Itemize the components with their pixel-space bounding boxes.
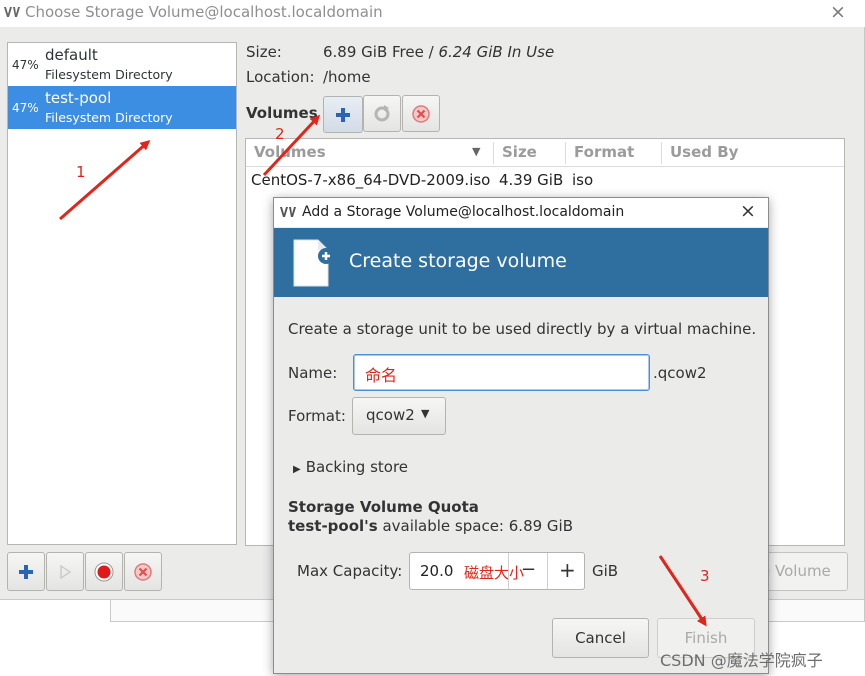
storage-pool-list: 47% default Filesystem Directory 47% tes…: [7, 42, 237, 545]
dialog-title: Add a Storage Volume@localhost.localdoma…: [302, 204, 625, 220]
pool-usage-percent: 47%: [12, 101, 39, 115]
dialog-description: Create a storage unit to be used directl…: [288, 320, 757, 338]
watermark: CSDN @魔法学院疯子: [660, 651, 823, 670]
new-document-icon: [293, 239, 334, 287]
quota-pool-name: test-pool's: [288, 517, 378, 535]
max-capacity-label: Max Capacity:: [297, 562, 403, 580]
pool-type: Filesystem Directory: [45, 110, 173, 125]
plus-icon: [19, 564, 33, 579]
refresh-icon: [374, 104, 390, 121]
expander-arrow-icon: ▶: [293, 464, 301, 475]
sort-down-icon: ▼: [472, 145, 481, 158]
main-titlebar: Choose Storage Volume@localhost.localdom…: [0, 0, 865, 27]
volume-name-input[interactable]: 命名: [353, 354, 650, 391]
column-divider: [493, 142, 494, 164]
name-suffix: .qcow2: [653, 364, 707, 382]
delete-icon: [412, 104, 430, 123]
pool-name: test-pool: [45, 89, 112, 107]
format-label: Format:: [288, 407, 346, 425]
quota-space-text: available space: 6.89 GiB: [377, 517, 574, 535]
max-capacity-spinbutton[interactable]: 20.0 磁盘大小 − +: [409, 552, 585, 590]
pool-item-test-pool[interactable]: 47% test-pool Filesystem Directory: [8, 86, 236, 129]
refresh-volumes-button[interactable]: [363, 95, 401, 132]
start-pool-button[interactable]: [46, 552, 84, 591]
dialog-titlebar: Add a Storage Volume@localhost.localdoma…: [274, 198, 768, 227]
name-label: Name:: [288, 364, 338, 382]
size-separator: /: [423, 43, 439, 61]
increment-button[interactable]: +: [559, 558, 576, 582]
col-volumes[interactable]: Volumes: [254, 143, 326, 161]
capacity-value[interactable]: 20.0: [420, 562, 453, 580]
delete-volume-button[interactable]: [402, 95, 440, 132]
add-storage-volume-dialog: Add a Storage Volume@localhost.localdoma…: [273, 197, 769, 674]
play-icon: [60, 564, 72, 579]
volume-name-cell[interactable]: CentOS-7-x86_64-DVD-2009.iso: [251, 171, 490, 189]
stop-pool-button[interactable]: [85, 552, 123, 591]
virt-manager-icon: [4, 7, 20, 17]
location-label: Location:: [246, 68, 315, 86]
dropdown-arrow-icon: ▼: [421, 407, 430, 420]
column-divider: [565, 142, 566, 164]
volume-format-cell[interactable]: iso: [572, 171, 593, 189]
delete-pool-button[interactable]: [124, 552, 162, 591]
add-volume-button[interactable]: [323, 96, 363, 133]
virt-manager-icon: [280, 207, 296, 217]
col-format[interactable]: Format: [574, 143, 634, 161]
volumes-label: Volumes: [246, 104, 318, 122]
plus-icon: [336, 107, 350, 122]
column-divider: [661, 142, 662, 164]
format-value: qcow2: [366, 406, 415, 424]
capacity-annotation: 磁盘大小: [464, 564, 525, 582]
annotation-step2: 2: [275, 125, 285, 143]
size-in-use: 6.24 GiB In Use: [438, 43, 555, 61]
annotation-step1: 1: [76, 163, 86, 181]
pool-usage-percent: 47%: [12, 58, 39, 72]
spin-divider: [547, 553, 548, 589]
size-value: 6.89 GiB Free / 6.24 GiB In Use: [323, 43, 554, 61]
backing-store-expander[interactable]: ▶ Backing store: [293, 458, 408, 476]
main-window-title: Choose Storage Volume@localhost.localdom…: [25, 3, 383, 21]
size-label: Size:: [246, 43, 282, 61]
location-value: /home: [323, 68, 371, 86]
annotation-step3: 3: [700, 567, 710, 585]
size-free: 6.89 GiB Free: [323, 43, 424, 61]
dialog-header-banner: Create storage volume: [274, 228, 768, 297]
main-close-icon[interactable]: ×: [830, 1, 846, 23]
backing-store-label: Backing store: [305, 458, 409, 476]
pool-item-default[interactable]: 47% default Filesystem Directory: [8, 43, 236, 86]
volumes-table-header: Volumes ▼ Size Format Used By: [246, 139, 844, 167]
volume-size-cell[interactable]: 4.39 GiB: [499, 171, 563, 189]
col-size[interactable]: Size: [502, 143, 537, 161]
quota-available-space: test-pool's available space: 6.89 GiB: [288, 517, 573, 535]
pool-type: Filesystem Directory: [45, 67, 173, 82]
pool-name: default: [45, 46, 98, 64]
spin-divider: [508, 553, 509, 589]
col-used-by[interactable]: Used By: [670, 143, 738, 161]
cancel-button[interactable]: Cancel: [552, 618, 649, 658]
stop-icon: [94, 562, 114, 581]
add-pool-button[interactable]: [7, 552, 45, 591]
capacity-unit: GiB: [592, 562, 619, 580]
dialog-header-title: Create storage volume: [349, 250, 567, 272]
dialog-close-icon[interactable]: ×: [740, 200, 756, 222]
format-dropdown[interactable]: qcow2 ▼: [352, 397, 446, 435]
quota-title: Storage Volume Quota: [288, 498, 479, 516]
delete-icon: [134, 562, 152, 581]
decrement-button[interactable]: −: [521, 559, 536, 580]
